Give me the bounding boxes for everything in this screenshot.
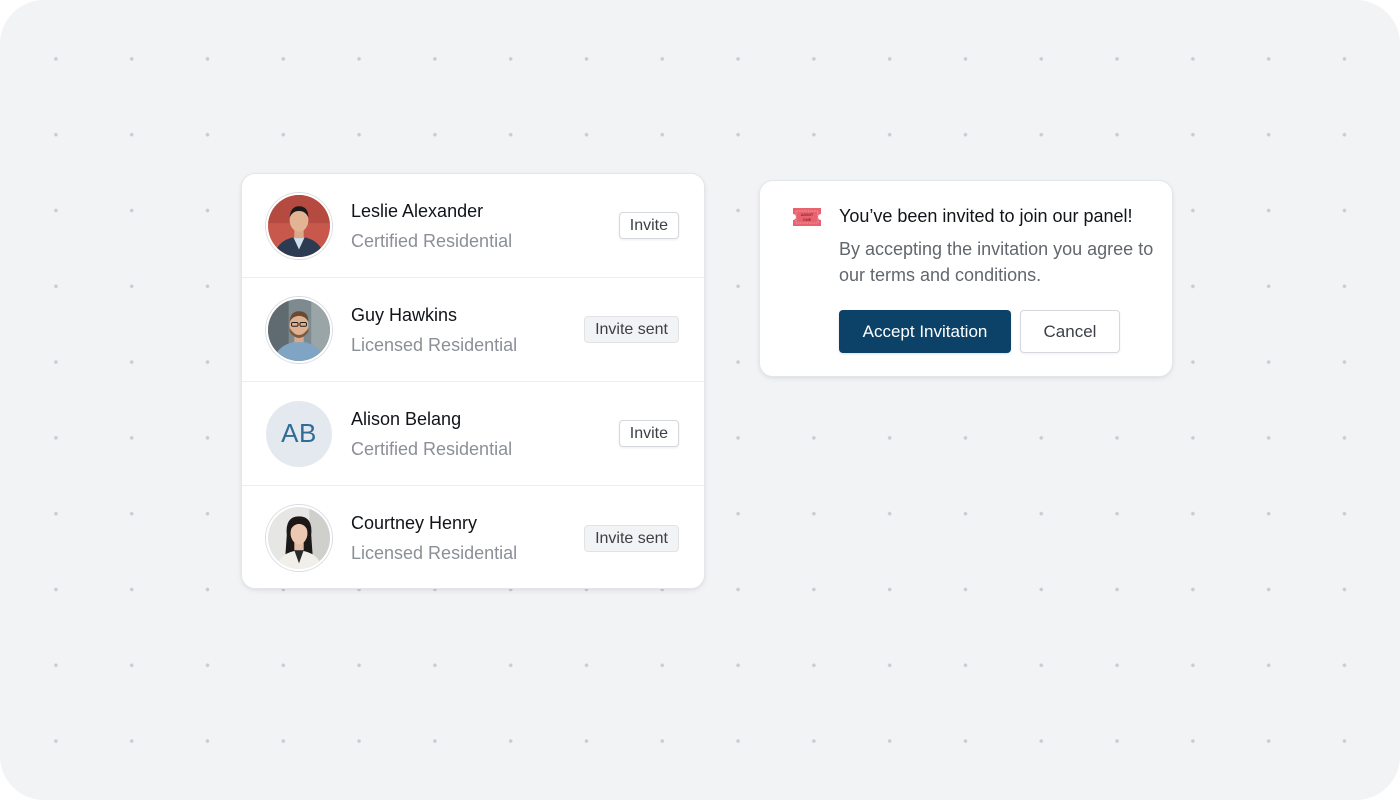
- person-name: Courtney Henry: [351, 513, 478, 533]
- people-list-card: Leslie Alexander Certified Residential I…: [241, 173, 705, 589]
- list-item: Leslie Alexander Certified Residential I…: [242, 174, 704, 278]
- page-background: Leslie Alexander Certified Residential I…: [0, 0, 1400, 800]
- avatar: [266, 296, 332, 363]
- list-item: AB Alison Belang Certified Residential I…: [242, 382, 704, 486]
- person-role: Licensed Residential: [351, 334, 518, 355]
- list-item: Guy Hawkins Licensed Residential Invite …: [242, 278, 704, 382]
- person-role: Certified Residential: [351, 438, 513, 459]
- avatar-photo: [268, 507, 330, 569]
- ticket-text-one: ONE: [803, 217, 812, 222]
- avatar: [266, 505, 332, 571]
- person-name: Guy Hawkins: [351, 304, 458, 325]
- person-role: Licensed Residential: [351, 543, 518, 563]
- invite-button[interactable]: Invite: [618, 212, 679, 239]
- avatar: [266, 192, 332, 259]
- person-text: Courtney Henry Licensed Residential: [351, 512, 584, 564]
- avatar-photo: [268, 194, 330, 257]
- accept-invitation-button[interactable]: Accept Invitation: [839, 310, 1011, 353]
- person-name: Leslie Alexander: [351, 200, 484, 221]
- person-role: Certified Residential: [351, 230, 513, 251]
- dialog-title: You’ve been invited to join our panel!: [839, 206, 1133, 226]
- avatar-initials: AB: [266, 400, 332, 467]
- cancel-button[interactable]: Cancel: [1020, 310, 1120, 353]
- person-text: Leslie Alexander Certified Residential: [351, 200, 619, 252]
- invitation-dialog: ADMIT ONE You’ve been invited to join ou…: [759, 180, 1173, 377]
- person-name: Alison Belang: [351, 408, 462, 429]
- person-text: Guy Hawkins Licensed Residential: [351, 304, 584, 356]
- dialog-body: By accepting the invitation you agree to…: [839, 239, 1154, 285]
- invite-sent-button[interactable]: Invite sent: [584, 316, 679, 343]
- invite-button[interactable]: Invite: [618, 420, 679, 447]
- ticket-icon: ADMIT ONE: [793, 208, 821, 226]
- avatar-photo: [268, 298, 330, 361]
- list-item: Courtney Henry Licensed Residential Invi…: [242, 486, 704, 588]
- person-text: Alison Belang Certified Residential: [351, 408, 619, 460]
- invite-sent-button[interactable]: Invite sent: [584, 524, 679, 552]
